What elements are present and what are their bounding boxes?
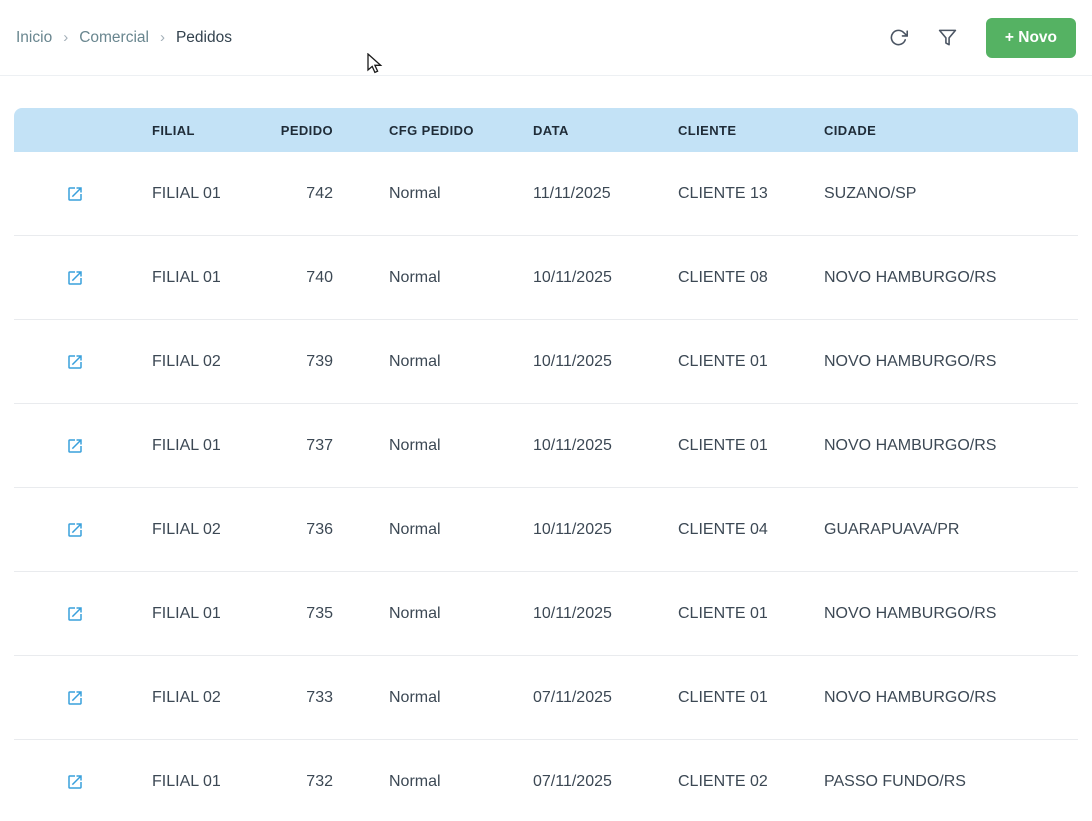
cell-cidade: NOVO HAMBURGO/RS [824, 236, 1078, 320]
cell-cidade: PASSO FUNDO/RS [824, 740, 1078, 821]
header-pedido: PEDIDO [273, 108, 333, 152]
cell-pedido: 735 [273, 572, 333, 656]
table-row: FILIAL 01 732 Normal 07/11/2025 CLIENTE … [14, 740, 1078, 821]
cell-filial: FILIAL 01 [152, 740, 273, 821]
cell-data: 07/11/2025 [533, 740, 678, 821]
cell-filial: FILIAL 01 [152, 404, 273, 488]
breadcrumb-inicio[interactable]: Inicio [16, 29, 52, 47]
open-order-button[interactable] [62, 181, 88, 207]
open-in-new-icon [68, 354, 82, 369]
cell-cliente: CLIENTE 01 [678, 320, 824, 404]
open-in-new-icon [68, 438, 82, 453]
table-row: FILIAL 02 739 Normal 10/11/2025 CLIENTE … [14, 320, 1078, 404]
table-row: FILIAL 02 736 Normal 10/11/2025 CLIENTE … [14, 488, 1078, 572]
header-actions [14, 108, 152, 152]
open-in-new-icon [68, 774, 82, 789]
cell-cliente: CLIENTE 01 [678, 656, 824, 740]
toolbar: + Novo [880, 17, 1076, 58]
open-in-new-icon [68, 690, 82, 705]
cell-cliente: CLIENTE 04 [678, 488, 824, 572]
cell-filial: FILIAL 01 [152, 152, 273, 236]
cell-data: 10/11/2025 [533, 572, 678, 656]
open-in-new-icon [68, 606, 82, 621]
filter-icon [938, 29, 957, 46]
cell-pedido: 737 [273, 404, 333, 488]
open-order-button[interactable] [62, 433, 88, 459]
breadcrumb-separator-icon: › [63, 29, 69, 46]
cell-data: 10/11/2025 [533, 320, 678, 404]
cell-data: 10/11/2025 [533, 236, 678, 320]
top-bar: Inicio › Comercial › Pedidos + Novo [0, 0, 1092, 76]
open-in-new-icon [68, 522, 82, 537]
cell-cidade: GUARAPUAVA/PR [824, 488, 1078, 572]
table-header-row: FILIAL PEDIDO CFG PEDIDO DATA CLIENTE CI… [14, 108, 1078, 152]
cell-data: 10/11/2025 [533, 404, 678, 488]
cell-pedido: 733 [273, 656, 333, 740]
breadcrumb-pedidos: Pedidos [175, 28, 232, 46]
cell-pedido: 736 [273, 488, 333, 572]
table-row: FILIAL 01 740 Normal 10/11/2025 CLIENTE … [14, 236, 1078, 320]
table-row: FILIAL 01 737 Normal 10/11/2025 CLIENTE … [14, 404, 1078, 488]
new-order-button[interactable]: + Novo [985, 17, 1076, 58]
cell-cidade: NOVO HAMBURGO/RS [824, 320, 1078, 404]
open-order-button[interactable] [62, 517, 88, 543]
cell-cidade: NOVO HAMBURGO/RS [824, 572, 1078, 656]
breadcrumb-separator-icon: › [159, 29, 165, 46]
cell-cfg-pedido: Normal [333, 488, 533, 572]
refresh-icon [890, 29, 908, 46]
cell-pedido: 732 [273, 740, 333, 821]
cell-filial: FILIAL 02 [152, 656, 273, 740]
cell-cliente: CLIENTE 13 [678, 152, 824, 236]
header-cidade: CIDADE [824, 108, 1078, 152]
cell-data: 07/11/2025 [533, 656, 678, 740]
open-order-button[interactable] [62, 769, 88, 795]
open-order-button[interactable] [62, 685, 88, 711]
open-order-button[interactable] [62, 265, 88, 291]
table-row: FILIAL 01 742 Normal 11/11/2025 CLIENTE … [14, 152, 1078, 236]
cell-cfg-pedido: Normal [333, 236, 533, 320]
cell-filial: FILIAL 02 [152, 488, 273, 572]
breadcrumb: Inicio › Comercial › Pedidos [16, 29, 232, 47]
cell-cliente: CLIENTE 08 [678, 236, 824, 320]
cell-cidade: NOVO HAMBURGO/RS [824, 404, 1078, 488]
cell-filial: FILIAL 02 [152, 320, 273, 404]
cell-cfg-pedido: Normal [333, 740, 533, 821]
table-row: FILIAL 01 735 Normal 10/11/2025 CLIENTE … [14, 572, 1078, 656]
cell-cfg-pedido: Normal [333, 404, 533, 488]
cell-cidade: SUZANO/SP [824, 152, 1078, 236]
cell-cliente: CLIENTE 01 [678, 572, 824, 656]
header-filial: FILIAL [152, 108, 273, 152]
orders-table-container: FILIAL PEDIDO CFG PEDIDO DATA CLIENTE CI… [14, 108, 1078, 821]
refresh-button[interactable] [880, 19, 917, 56]
cell-cfg-pedido: Normal [333, 152, 533, 236]
cell-data: 11/11/2025 [533, 152, 678, 236]
cell-data: 10/11/2025 [533, 488, 678, 572]
header-data: DATA [533, 108, 678, 152]
open-in-new-icon [68, 186, 82, 201]
cell-cfg-pedido: Normal [333, 320, 533, 404]
cell-cfg-pedido: Normal [333, 572, 533, 656]
cell-cliente: CLIENTE 02 [678, 740, 824, 821]
cell-cidade: NOVO HAMBURGO/RS [824, 656, 1078, 740]
open-order-button[interactable] [62, 601, 88, 627]
header-cfg-pedido: CFG PEDIDO [333, 108, 533, 152]
cell-cfg-pedido: Normal [333, 656, 533, 740]
cell-cliente: CLIENTE 01 [678, 404, 824, 488]
cell-filial: FILIAL 01 [152, 236, 273, 320]
cell-pedido: 740 [273, 236, 333, 320]
cell-pedido: 739 [273, 320, 333, 404]
cell-filial: FILIAL 01 [152, 572, 273, 656]
header-cliente: CLIENTE [678, 108, 824, 152]
breadcrumb-comercial[interactable]: Comercial [79, 29, 149, 47]
open-in-new-icon [68, 270, 82, 285]
orders-table: FILIAL PEDIDO CFG PEDIDO DATA CLIENTE CI… [14, 108, 1078, 821]
cell-pedido: 742 [273, 152, 333, 236]
filter-button[interactable] [929, 19, 966, 56]
open-order-button[interactable] [62, 349, 88, 375]
table-row: FILIAL 02 733 Normal 07/11/2025 CLIENTE … [14, 656, 1078, 740]
